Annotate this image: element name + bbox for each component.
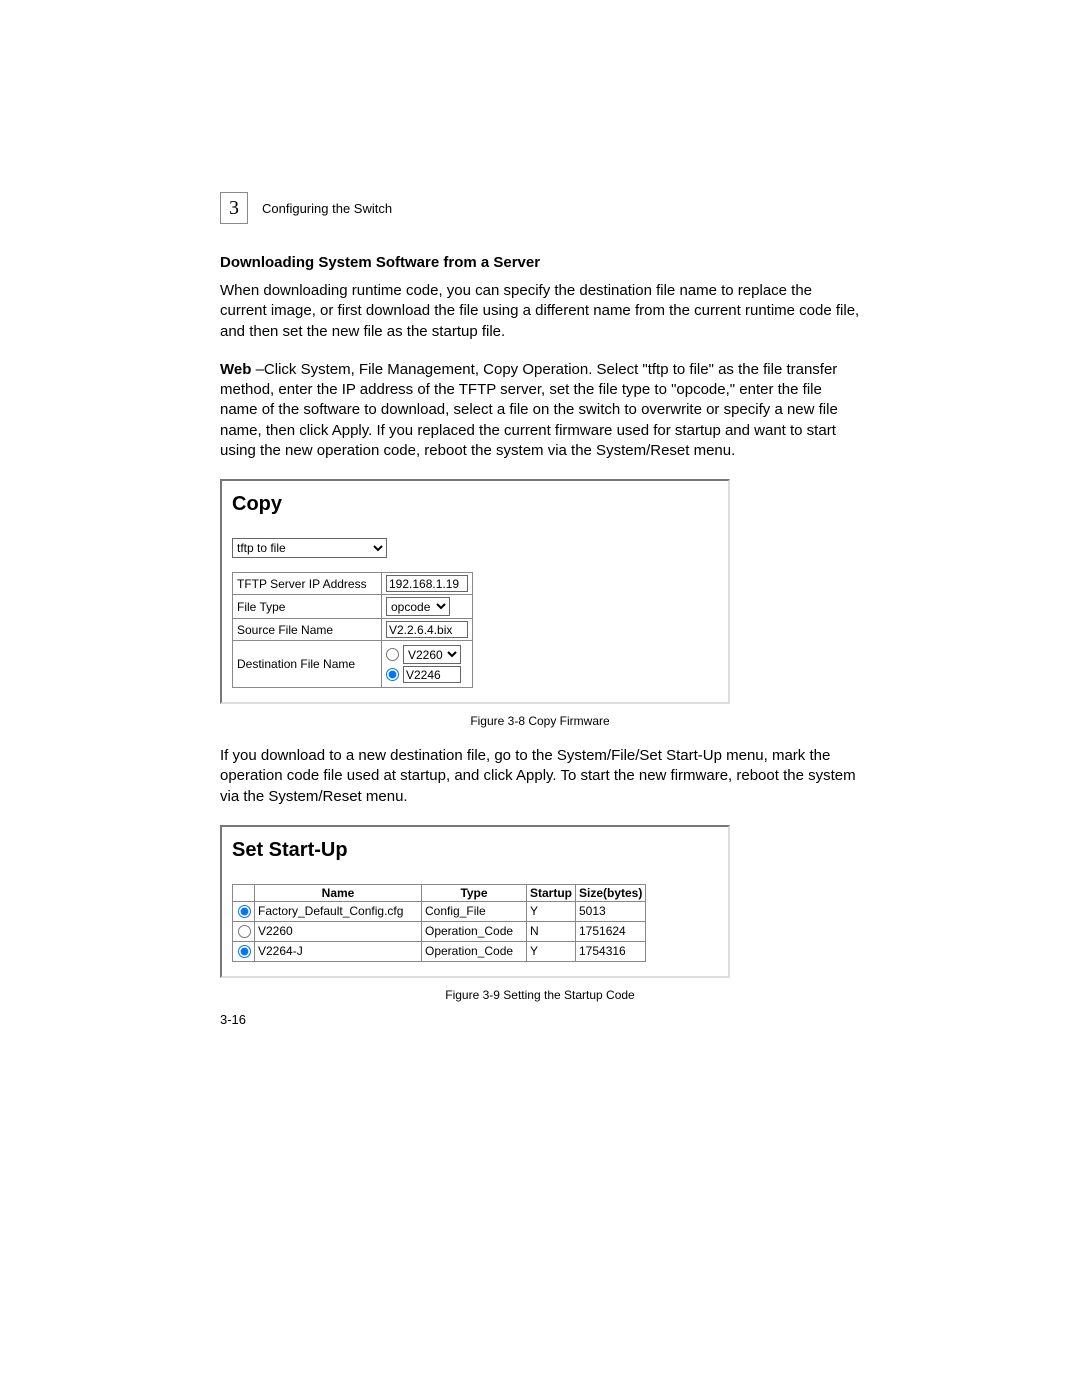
startup-row-size: 5013 bbox=[576, 901, 646, 921]
ip-input[interactable] bbox=[386, 575, 468, 592]
startup-th-blank bbox=[233, 884, 255, 901]
startup-table: Name Type Startup Size(bytes) Factory_De… bbox=[232, 884, 646, 962]
startup-row-radio[interactable] bbox=[238, 905, 251, 918]
startup-row-name: V2264-J bbox=[255, 941, 422, 961]
filetype-label: File Type bbox=[233, 595, 382, 619]
startup-panel: Set Start-Up Name Type Startup Size(byte… bbox=[220, 825, 730, 978]
startup-row-startup: N bbox=[527, 921, 576, 941]
startup-row-size: 1751624 bbox=[576, 921, 646, 941]
startup-row-radio[interactable] bbox=[238, 925, 251, 938]
startup-row-type: Config_File bbox=[422, 901, 527, 921]
table-row: V2260 Operation_Code N 1751624 bbox=[233, 921, 646, 941]
startup-th-name: Name bbox=[255, 884, 422, 901]
table-row: V2264-J Operation_Code Y 1754316 bbox=[233, 941, 646, 961]
copy-mode-select[interactable]: tftp to file bbox=[232, 538, 387, 558]
startup-row-radio[interactable] bbox=[238, 945, 251, 958]
dest-text-input[interactable] bbox=[403, 666, 461, 683]
filetype-select[interactable]: opcode bbox=[386, 597, 450, 616]
source-label: Source File Name bbox=[233, 619, 382, 641]
dest-radio-select[interactable] bbox=[386, 648, 399, 661]
table-row: Factory_Default_Config.cfg Config_File Y… bbox=[233, 901, 646, 921]
copy-form-table: TFTP Server IP Address File Type opcode … bbox=[232, 572, 473, 688]
chapter-header: 3 Configuring the Switch bbox=[220, 192, 860, 224]
startup-th-startup: Startup bbox=[527, 884, 576, 901]
copy-panel: Copy tftp to file TFTP Server IP Address… bbox=[220, 479, 730, 704]
chapter-number: 3 bbox=[220, 192, 248, 224]
section-title: Downloading System Software from a Serve… bbox=[220, 254, 860, 271]
startup-row-size: 1754316 bbox=[576, 941, 646, 961]
chapter-title: Configuring the Switch bbox=[262, 201, 392, 216]
startup-panel-title: Set Start-Up bbox=[232, 839, 718, 862]
startup-th-type: Type bbox=[422, 884, 527, 901]
dest-select[interactable]: V2260 bbox=[403, 645, 461, 664]
startup-row-startup: Y bbox=[527, 941, 576, 961]
startup-row-name: Factory_Default_Config.cfg bbox=[255, 901, 422, 921]
figure-caption-1: Figure 3-8 Copy Firmware bbox=[220, 714, 860, 728]
paragraph-startup: If you download to a new destination fil… bbox=[220, 746, 860, 807]
ip-label: TFTP Server IP Address bbox=[233, 573, 382, 595]
startup-row-name: V2260 bbox=[255, 921, 422, 941]
paragraph-web-body: –Click System, File Management, Copy Ope… bbox=[220, 361, 838, 459]
paragraph-intro: When downloading runtime code, you can s… bbox=[220, 281, 860, 342]
figure-caption-2: Figure 3-9 Setting the Startup Code bbox=[220, 988, 860, 1002]
startup-row-type: Operation_Code bbox=[422, 921, 527, 941]
dest-radio-text[interactable] bbox=[386, 668, 399, 681]
startup-th-size: Size(bytes) bbox=[576, 884, 646, 901]
paragraph-web: Web –Click System, File Management, Copy… bbox=[220, 360, 860, 461]
source-input[interactable] bbox=[386, 621, 468, 638]
page-number: 3-16 bbox=[220, 1012, 246, 1027]
paragraph-web-lead: Web bbox=[220, 361, 251, 378]
startup-row-startup: Y bbox=[527, 901, 576, 921]
copy-panel-title: Copy bbox=[232, 493, 718, 516]
startup-row-type: Operation_Code bbox=[422, 941, 527, 961]
dest-label: Destination File Name bbox=[233, 641, 382, 688]
